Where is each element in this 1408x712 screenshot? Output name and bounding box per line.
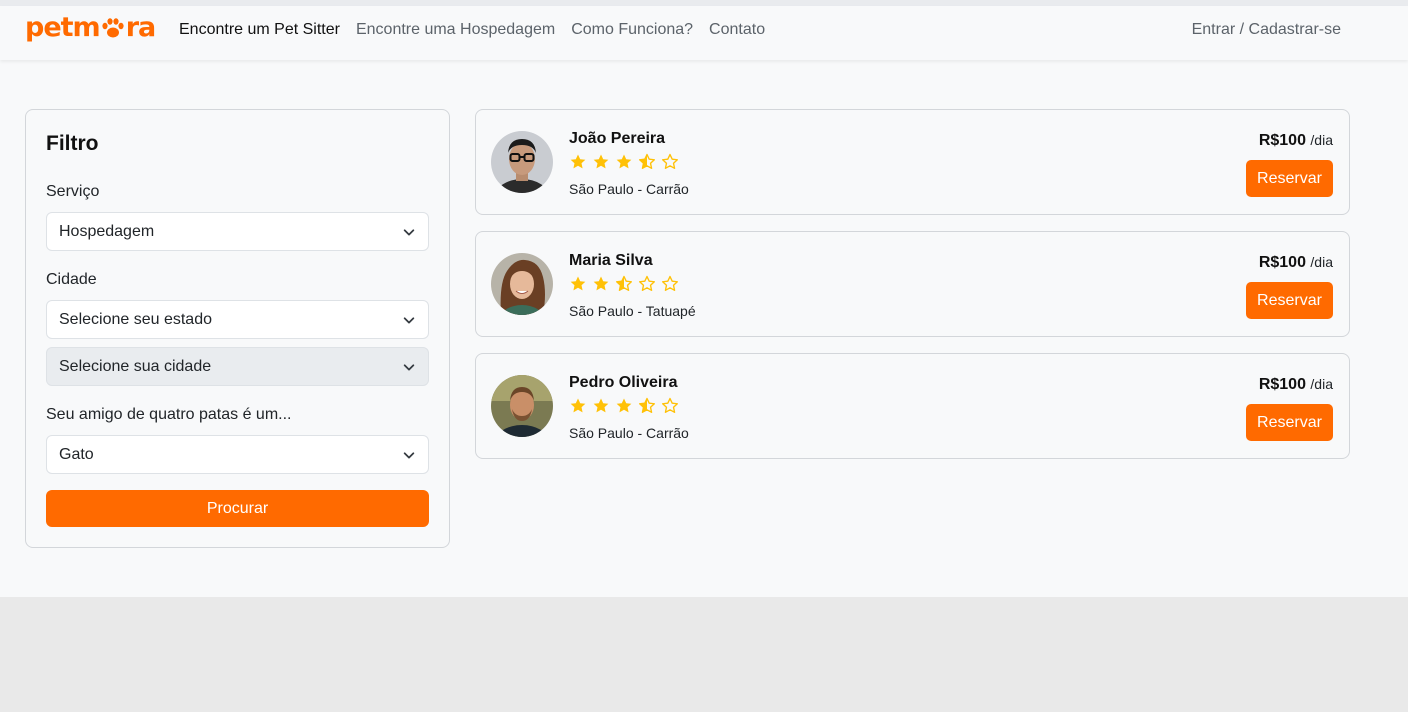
logo-text-left: petm: [25, 12, 101, 43]
price-amount: R$100: [1258, 254, 1306, 271]
nav-link-contato[interactable]: Contato: [709, 21, 765, 39]
star-half-icon: [638, 397, 656, 414]
avatar: [491, 375, 553, 437]
page: petm ra Encontre um Pet Sitter Encontre …: [0, 6, 1408, 597]
star-filled-icon: [616, 154, 632, 169]
star-empty-icon: [661, 153, 679, 170]
star-filled-icon: [593, 154, 609, 169]
chevron-down-icon: [403, 363, 415, 370]
state-select-value: Selecione seu estado: [59, 310, 212, 328]
logo-text-right: ra: [125, 12, 157, 43]
pet-select[interactable]: Gato: [46, 435, 429, 474]
nav-link-hospedagem[interactable]: Encontre uma Hospedagem: [356, 21, 555, 39]
sitter-card: Maria Silva São Paulo - Tatuapé R$100 /d…: [475, 231, 1350, 337]
star-half-icon: [615, 275, 633, 292]
search-button[interactable]: Procurar: [46, 490, 429, 527]
rating-stars: [569, 397, 679, 415]
sitter-name: Pedro Oliveira: [569, 374, 678, 391]
state-select[interactable]: Selecione seu estado: [46, 300, 429, 339]
sitter-name: Maria Silva: [569, 252, 653, 269]
login-link[interactable]: Entrar / Cadastrar-se: [1192, 21, 1341, 39]
sitter-location: São Paulo - Carrão: [569, 181, 689, 197]
city-select-value: Selecione sua cidade: [59, 357, 212, 375]
pet-label: Seu amigo de quatro patas é um...: [46, 406, 292, 423]
avatar: [491, 253, 553, 315]
city-select[interactable]: Selecione sua cidade: [46, 347, 429, 386]
star-filled-icon: [593, 398, 609, 413]
star-half-icon: [638, 153, 656, 170]
reserve-button[interactable]: Reservar: [1246, 282, 1333, 319]
brand-logo[interactable]: petm ra: [25, 12, 157, 43]
star-filled-icon: [570, 276, 586, 291]
filter-title: Filtro: [46, 132, 99, 155]
sitter-location: São Paulo - Carrão: [569, 425, 689, 441]
service-label: Serviço: [46, 183, 100, 200]
pet-select-value: Gato: [59, 445, 94, 463]
city-label: Cidade: [46, 271, 97, 288]
nav-link-como-funciona[interactable]: Como Funciona?: [571, 21, 693, 39]
navbar: petm ra Encontre um Pet Sitter Encontre …: [0, 6, 1408, 60]
paw-icon: [102, 17, 124, 37]
sitter-name: João Pereira: [569, 130, 666, 147]
nav-links: Encontre um Pet Sitter Encontre uma Hosp…: [179, 21, 765, 39]
sitter-price: R$100 /dia: [1259, 376, 1333, 394]
star-empty-icon: [661, 275, 679, 292]
sitter-location: São Paulo - Tatuapé: [569, 303, 696, 319]
star-empty-icon: [661, 397, 679, 414]
nav-link-pet-sitter[interactable]: Encontre um Pet Sitter: [179, 21, 340, 39]
chevron-down-icon: [403, 228, 415, 235]
filter-panel: Filtro Serviço Hospedagem Cidade Selecio…: [25, 109, 450, 548]
price-amount: R$100: [1258, 376, 1306, 393]
star-filled-icon: [570, 154, 586, 169]
sitter-price: R$100 /dia: [1259, 254, 1333, 272]
price-unit: /dia: [1310, 132, 1333, 148]
star-empty-icon: [638, 275, 656, 292]
star-filled-icon: [593, 276, 609, 291]
price-unit: /dia: [1310, 376, 1333, 392]
star-filled-icon: [570, 398, 586, 413]
price-unit: /dia: [1310, 254, 1333, 270]
reserve-button[interactable]: Reservar: [1246, 404, 1333, 441]
service-select-value: Hospedagem: [59, 222, 155, 240]
rating-stars: [569, 153, 679, 171]
sitter-price: R$100 /dia: [1259, 132, 1333, 150]
star-filled-icon: [616, 398, 632, 413]
price-amount: R$100: [1258, 132, 1306, 149]
chevron-down-icon: [403, 451, 415, 458]
sitter-card: Pedro Oliveira São Paulo - Carrão R$100 …: [475, 353, 1350, 459]
chevron-down-icon: [403, 316, 415, 323]
service-select[interactable]: Hospedagem: [46, 212, 429, 251]
avatar: [491, 131, 553, 193]
sitter-card: João Pereira São Paulo - Carrão R$100 /d…: [475, 109, 1350, 215]
rating-stars: [569, 275, 679, 293]
reserve-button[interactable]: Reservar: [1246, 160, 1333, 197]
